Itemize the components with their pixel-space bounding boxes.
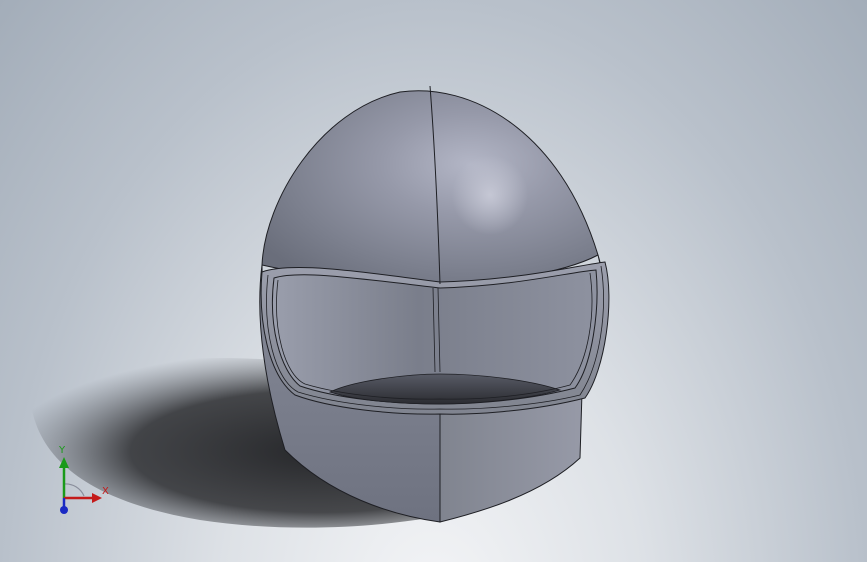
axis-x-label: X — [102, 486, 109, 497]
coordinate-triad[interactable]: Y X — [40, 440, 120, 520]
graphics-viewport[interactable]: Y X — [0, 0, 867, 562]
axis-y-label: Y — [59, 445, 66, 456]
triad-arc — [63, 483, 85, 497]
dome-highlight — [452, 155, 528, 235]
triad-axes — [59, 457, 102, 514]
model-scene[interactable] — [0, 0, 867, 562]
x-axis-arrow — [92, 493, 102, 503]
y-axis-arrow — [59, 457, 69, 468]
helmet-dome[interactable] — [261, 90, 599, 285]
z-axis-dot — [60, 506, 68, 514]
